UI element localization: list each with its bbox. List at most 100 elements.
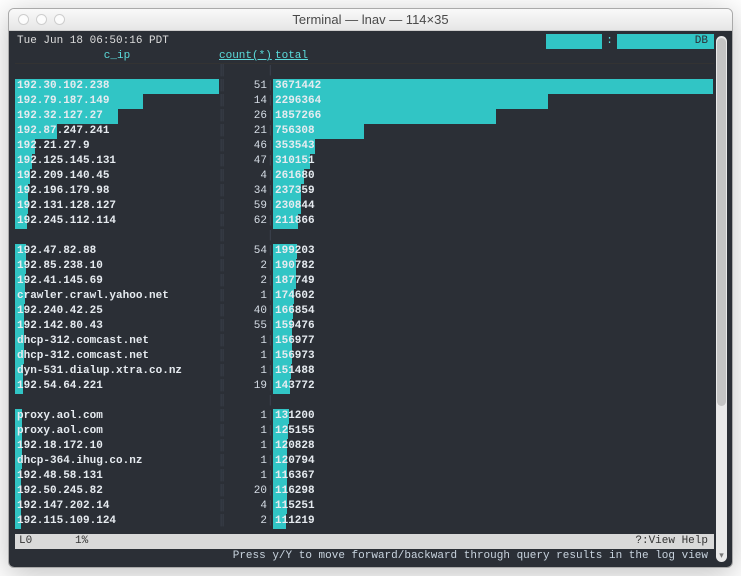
cip-text: proxy.aol.com	[15, 409, 219, 424]
total-text: 187749	[273, 274, 714, 289]
status-line: L0	[15, 534, 75, 549]
scroll-down-icon[interactable]: ▾	[716, 551, 727, 562]
scrollbar[interactable]: ▴ ▾	[716, 36, 727, 562]
total-text: 261680	[273, 169, 714, 184]
cell-total: 2296364	[273, 94, 714, 109]
total-text: 211866	[273, 214, 714, 229]
table-row[interactable]: 192.32.127.27║26|1857266	[15, 109, 714, 124]
table-row[interactable]: 192.54.64.221║19|143772	[15, 379, 714, 394]
total-text: 120794	[273, 454, 714, 469]
cell-cip: 192.41.145.69	[15, 274, 219, 289]
table-row[interactable]: crawler.crawl.yahoo.net║1|174602	[15, 289, 714, 304]
table-row[interactable]: dhcp-312.comcast.net║1|156977	[15, 334, 714, 349]
table-row[interactable]: 192.196.179.98║34|237359	[15, 184, 714, 199]
cell-count: 51	[225, 79, 267, 94]
gap-row: ║|	[15, 229, 714, 244]
cell-count: 47	[225, 154, 267, 169]
table-row[interactable]: 192.18.172.10║1|120828	[15, 439, 714, 454]
cell-count: 4	[225, 169, 267, 184]
cell-total: 190782	[273, 259, 714, 274]
cell-total: 174602	[273, 289, 714, 304]
cip-text: dhcp-364.ihug.co.nz	[15, 454, 219, 469]
table-row[interactable]: proxy.aol.com║1|125155	[15, 424, 714, 439]
cell-cip	[15, 229, 219, 244]
table-row[interactable]: 192.131.128.127║59|230844	[15, 199, 714, 214]
cell-count: 34	[225, 184, 267, 199]
total-text: 159476	[273, 319, 714, 334]
table-row[interactable]: dhcp-364.ihug.co.nz║1|120794	[15, 454, 714, 469]
total-text: 125155	[273, 424, 714, 439]
table-row[interactable]: dhcp-312.comcast.net║1|156973	[15, 349, 714, 364]
results-grid[interactable]: ║| 192.30.102.238║51|3671442192.79.187.14…	[15, 64, 714, 534]
total-text: 3671442	[273, 79, 714, 94]
cip-text: 192.21.27.9	[15, 139, 219, 154]
cip-text: 192.18.172.10	[15, 439, 219, 454]
cell-cip: 192.85.238.10	[15, 259, 219, 274]
cell-total: 131200	[273, 409, 714, 424]
header-cip[interactable]: c_ip	[15, 49, 219, 63]
cip-text: 192.87.247.241	[15, 124, 219, 139]
table-row[interactable]: 192.245.112.114║62|211866	[15, 214, 714, 229]
total-text: 174602	[273, 289, 714, 304]
cell-cip: 192.87.247.241	[15, 124, 219, 139]
table-row[interactable]: 192.79.187.149║14|2296364	[15, 94, 714, 109]
table-row[interactable]: 192.85.238.10║2|190782	[15, 259, 714, 274]
total-text: 310151	[273, 154, 714, 169]
cell-cip: 192.79.187.149	[15, 94, 219, 109]
cell-cip: 192.196.179.98	[15, 184, 219, 199]
cell-total: 116298	[273, 484, 714, 499]
table-row[interactable]: proxy.aol.com║1|131200	[15, 409, 714, 424]
terminal-area[interactable]: Tue Jun 18 06:50:16 PDT : DB c_ip count(…	[9, 31, 732, 567]
table-row[interactable]: 192.50.245.82║20|116298	[15, 484, 714, 499]
cell-count: 54	[225, 244, 267, 259]
table-row[interactable]: 192.142.80.43║55|159476	[15, 319, 714, 334]
table-row[interactable]: 192.147.202.14║4|115251	[15, 499, 714, 514]
scroll-thumb[interactable]	[717, 38, 726, 406]
table-row[interactable]: 192.30.102.238║51|3671442	[15, 79, 714, 94]
cip-text: 192.54.64.221	[15, 379, 219, 394]
table-row[interactable]: 192.21.27.9║46|353543	[15, 139, 714, 154]
cell-cip: 192.147.202.14	[15, 499, 219, 514]
cell-count: 14	[225, 94, 267, 109]
cell-total: 166854	[273, 304, 714, 319]
cell-cip: 192.209.140.45	[15, 169, 219, 184]
table-row[interactable]: 192.240.42.25║40|166854	[15, 304, 714, 319]
cell-cip: proxy.aol.com	[15, 424, 219, 439]
table-row[interactable]: 192.125.145.131║47|310151	[15, 154, 714, 169]
status-db-badge: DB	[689, 34, 714, 49]
table-row[interactable]: 192.48.58.131║1|116367	[15, 469, 714, 484]
cip-text: 192.125.145.131	[15, 154, 219, 169]
cip-text: 192.47.82.88	[15, 244, 219, 259]
cell-count: 1	[225, 289, 267, 304]
table-row[interactable]: 192.87.247.241║21|756308	[15, 124, 714, 139]
header-total[interactable]: total	[267, 49, 308, 63]
table-row[interactable]: 192.115.109.124║2|111219	[15, 514, 714, 529]
total-text: 115251	[273, 499, 714, 514]
cip-text: 192.209.140.45	[15, 169, 219, 184]
cell-count: 26	[225, 109, 267, 124]
cell-cip: 192.18.172.10	[15, 439, 219, 454]
cell-total: 211866	[273, 214, 714, 229]
total-text: 120828	[273, 439, 714, 454]
table-row[interactable]: dyn-531.dialup.xtra.co.nz║1|151488	[15, 364, 714, 379]
cell-total: 151488	[273, 364, 714, 379]
hint-line: Press y/Y to move forward/backward throu…	[15, 549, 714, 564]
cell-cip: 192.54.64.221	[15, 379, 219, 394]
cell-total: 261680	[273, 169, 714, 184]
status-seg1	[546, 34, 602, 49]
table-row[interactable]: 192.209.140.45║4|261680	[15, 169, 714, 184]
cell-total: 353543	[273, 139, 714, 154]
cell-total: 156973	[273, 349, 714, 364]
cell-cip: 192.131.128.127	[15, 199, 219, 214]
cell-cip: 192.47.82.88	[15, 244, 219, 259]
table-row[interactable]: 192.47.82.88║54|199203	[15, 244, 714, 259]
cell-cip: 192.115.109.124	[15, 514, 219, 529]
cip-text: proxy.aol.com	[15, 424, 219, 439]
cell-total: 3671442	[273, 79, 714, 94]
cell-total	[273, 64, 714, 79]
cip-text: crawler.crawl.yahoo.net	[15, 289, 219, 304]
total-text: 116298	[273, 484, 714, 499]
header-count[interactable]: count(*)	[219, 49, 267, 63]
table-row[interactable]: 192.41.145.69║2|187749	[15, 274, 714, 289]
cip-text: 192.41.145.69	[15, 274, 219, 289]
